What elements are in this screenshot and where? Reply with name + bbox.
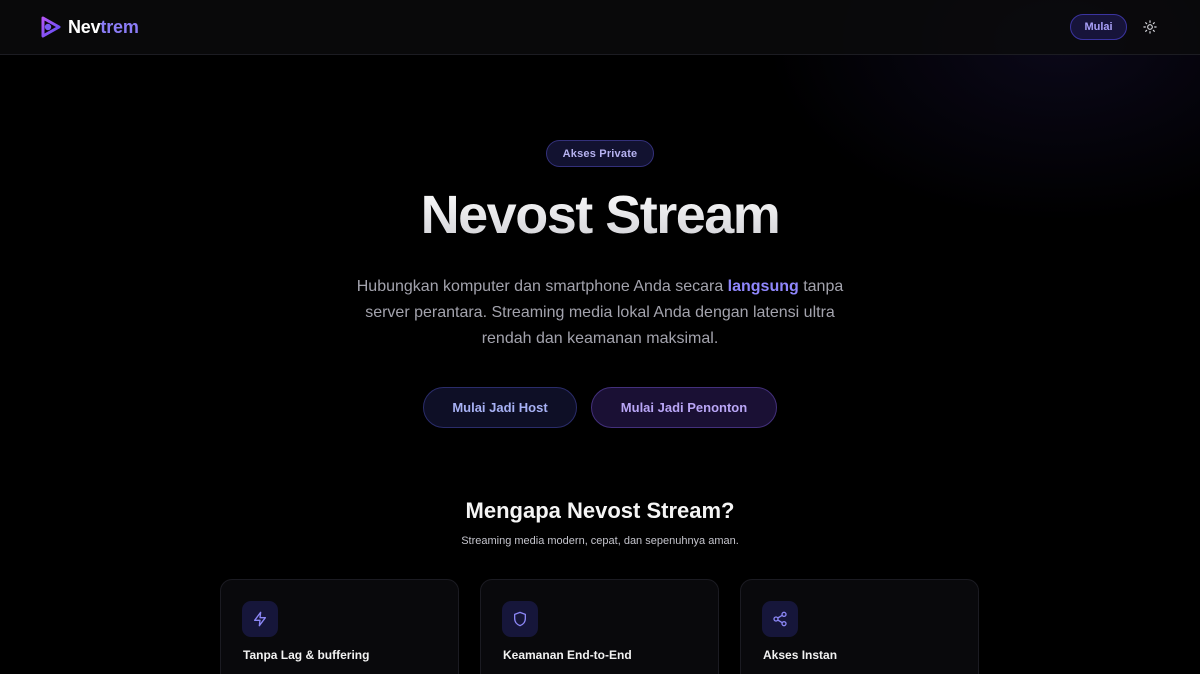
start-host-button[interactable]: Mulai Jadi Host [423, 387, 577, 428]
hero-desc-before: Hubungkan komputer dan smartphone Anda s… [356, 278, 728, 295]
hero-title: Nevost Stream [0, 184, 1200, 246]
top-navbar: Nevtrem Mulai [0, 0, 1200, 55]
hero-description: Hubungkan komputer dan smartphone Anda s… [340, 274, 860, 352]
feature-card-instant-access: Akses Instan [740, 579, 979, 674]
brand-name-part2: trem [100, 16, 139, 37]
start-viewer-button[interactable]: Mulai Jadi Penonton [591, 387, 777, 428]
hero-desc-highlight: langsung [727, 278, 799, 295]
brand-logo[interactable]: Nevtrem [39, 14, 139, 40]
feature-card-title: Akses Instan [763, 648, 838, 662]
why-subtitle: Streaming media modern, cepat, dan sepen… [461, 535, 739, 547]
sun-icon [1143, 20, 1157, 34]
play-logo-icon [41, 16, 61, 38]
feature-card-title: Keamanan End-to-End [503, 648, 632, 662]
why-title: Mengapa Nevost Stream? [465, 498, 735, 523]
feature-card-no-lag: Tanpa Lag & buffering [220, 579, 459, 674]
shield-icon [502, 601, 538, 637]
brand-name: Nevtrem [68, 17, 139, 38]
access-badge: Akses Private [546, 140, 654, 167]
lightning-icon [242, 601, 278, 637]
start-button[interactable]: Mulai [1070, 14, 1127, 40]
feature-card-title: Tanpa Lag & buffering [243, 648, 370, 662]
share-icon [762, 601, 798, 637]
brand-name-part1: Nev [68, 16, 101, 37]
theme-toggle-button[interactable] [1139, 16, 1161, 38]
feature-card-security: Keamanan End-to-End [480, 579, 719, 674]
